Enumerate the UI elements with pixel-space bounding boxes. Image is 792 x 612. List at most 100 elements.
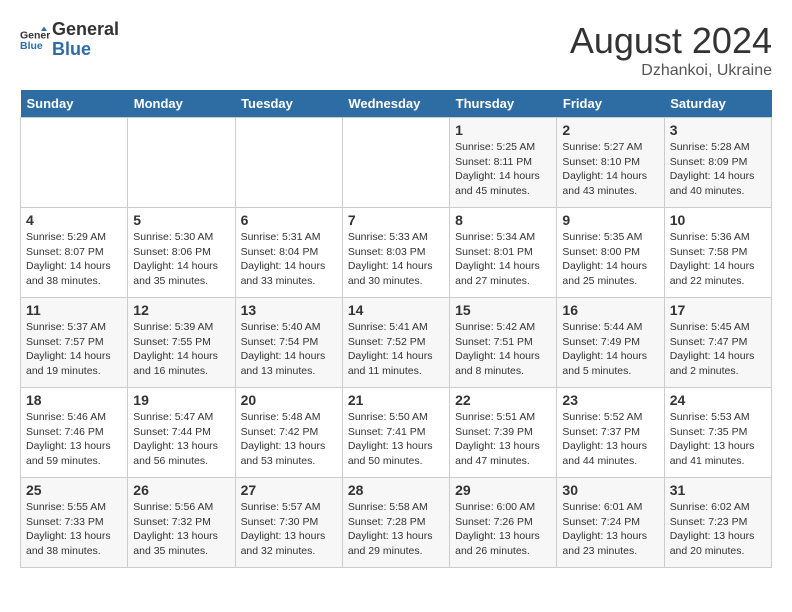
calendar-cell: 15 Sunrise: 5:42 AMSunset: 7:51 PMDayligh… (450, 298, 557, 388)
calendar-cell (235, 118, 342, 208)
day-info: Sunrise: 5:46 AMSunset: 7:46 PMDaylight:… (26, 410, 122, 469)
day-number: 31 (670, 482, 766, 498)
day-info: Sunrise: 5:57 AMSunset: 7:30 PMDaylight:… (241, 500, 337, 559)
calendar-cell: 8 Sunrise: 5:34 AMSunset: 8:01 PMDaylight… (450, 208, 557, 298)
calendar-cell: 17 Sunrise: 5:45 AMSunset: 7:47 PMDayligh… (664, 298, 771, 388)
day-number: 26 (133, 482, 229, 498)
calendar-cell: 16 Sunrise: 5:44 AMSunset: 7:49 PMDayligh… (557, 298, 664, 388)
day-number: 24 (670, 392, 766, 408)
calendar-cell: 7 Sunrise: 5:33 AMSunset: 8:03 PMDaylight… (342, 208, 449, 298)
day-info: Sunrise: 5:35 AMSunset: 8:00 PMDaylight:… (562, 230, 658, 289)
day-info: Sunrise: 5:45 AMSunset: 7:47 PMDaylight:… (670, 320, 766, 379)
day-number: 4 (26, 212, 122, 228)
day-number: 10 (670, 212, 766, 228)
day-info: Sunrise: 5:28 AMSunset: 8:09 PMDaylight:… (670, 140, 766, 199)
day-number: 1 (455, 122, 551, 138)
calendar-cell: 10 Sunrise: 5:36 AMSunset: 7:58 PMDayligh… (664, 208, 771, 298)
day-info: Sunrise: 5:27 AMSunset: 8:10 PMDaylight:… (562, 140, 658, 199)
calendar-cell: 21 Sunrise: 5:50 AMSunset: 7:41 PMDayligh… (342, 388, 449, 478)
day-number: 20 (241, 392, 337, 408)
day-number: 21 (348, 392, 444, 408)
day-number: 2 (562, 122, 658, 138)
day-info: Sunrise: 5:39 AMSunset: 7:55 PMDaylight:… (133, 320, 229, 379)
calendar-cell: 3 Sunrise: 5:28 AMSunset: 8:09 PMDaylight… (664, 118, 771, 208)
logo-icon: General Blue (20, 25, 50, 55)
calendar-cell: 12 Sunrise: 5:39 AMSunset: 7:55 PMDayligh… (128, 298, 235, 388)
calendar-week-5: 25 Sunrise: 5:55 AMSunset: 7:33 PMDayligh… (21, 478, 772, 568)
day-info: Sunrise: 5:53 AMSunset: 7:35 PMDaylight:… (670, 410, 766, 469)
day-info: Sunrise: 6:02 AMSunset: 7:23 PMDaylight:… (670, 500, 766, 559)
calendar-cell: 22 Sunrise: 5:51 AMSunset: 7:39 PMDayligh… (450, 388, 557, 478)
day-info: Sunrise: 5:25 AMSunset: 8:11 PMDaylight:… (455, 140, 551, 199)
day-number: 25 (26, 482, 122, 498)
day-number: 28 (348, 482, 444, 498)
calendar-cell: 11Sunrise: 5:37 AMSunset: 7:57 PMDayligh… (21, 298, 128, 388)
day-info: Sunrise: 5:34 AMSunset: 8:01 PMDaylight:… (455, 230, 551, 289)
day-info: Sunrise: 5:55 AMSunset: 7:33 PMDaylight:… (26, 500, 122, 559)
day-number: 16 (562, 302, 658, 318)
day-info: Sunrise: 6:00 AMSunset: 7:26 PMDaylight:… (455, 500, 551, 559)
title-block: August 2024 Dzhankoi, Ukraine (570, 20, 772, 80)
header-wednesday: Wednesday (342, 90, 449, 118)
calendar-cell: 31 Sunrise: 6:02 AMSunset: 7:23 PMDayligh… (664, 478, 771, 568)
day-number: 15 (455, 302, 551, 318)
calendar-cell (128, 118, 235, 208)
calendar-cell (21, 118, 128, 208)
calendar-cell: 2 Sunrise: 5:27 AMSunset: 8:10 PMDaylight… (557, 118, 664, 208)
calendar-cell: 18 Sunrise: 5:46 AMSunset: 7:46 PMDayligh… (21, 388, 128, 478)
calendar-cell: 4Sunrise: 5:29 AMSunset: 8:07 PMDaylight… (21, 208, 128, 298)
logo: General Blue General Blue (20, 20, 119, 60)
calendar-cell: 9Sunrise: 5:35 AMSunset: 8:00 PMDaylight… (557, 208, 664, 298)
calendar-week-1: 1 Sunrise: 5:25 AMSunset: 8:11 PMDaylight… (21, 118, 772, 208)
calendar-cell: 5 Sunrise: 5:30 AMSunset: 8:06 PMDaylight… (128, 208, 235, 298)
day-number: 13 (241, 302, 337, 318)
header-friday: Friday (557, 90, 664, 118)
day-info: Sunrise: 5:48 AMSunset: 7:42 PMDaylight:… (241, 410, 337, 469)
header-thursday: Thursday (450, 90, 557, 118)
header-monday: Monday (128, 90, 235, 118)
day-info: Sunrise: 5:52 AMSunset: 7:37 PMDaylight:… (562, 410, 658, 469)
day-number: 23 (562, 392, 658, 408)
day-info: Sunrise: 5:44 AMSunset: 7:49 PMDaylight:… (562, 320, 658, 379)
day-info: Sunrise: 5:30 AMSunset: 8:06 PMDaylight:… (133, 230, 229, 289)
day-info: Sunrise: 5:40 AMSunset: 7:54 PMDaylight:… (241, 320, 337, 379)
calendar-week-2: 4Sunrise: 5:29 AMSunset: 8:07 PMDaylight… (21, 208, 772, 298)
day-number: 6 (241, 212, 337, 228)
header-tuesday: Tuesday (235, 90, 342, 118)
day-number: 30 (562, 482, 658, 498)
day-number: 19 (133, 392, 229, 408)
day-number: 7 (348, 212, 444, 228)
day-info: Sunrise: 6:01 AMSunset: 7:24 PMDaylight:… (562, 500, 658, 559)
page-header: General Blue General Blue August 2024 Dz… (20, 20, 772, 80)
day-info: Sunrise: 5:56 AMSunset: 7:32 PMDaylight:… (133, 500, 229, 559)
day-number: 3 (670, 122, 766, 138)
day-number: 5 (133, 212, 229, 228)
day-number: 22 (455, 392, 551, 408)
calendar-cell (342, 118, 449, 208)
day-info: Sunrise: 5:42 AMSunset: 7:51 PMDaylight:… (455, 320, 551, 379)
day-number: 11 (26, 302, 122, 318)
day-number: 18 (26, 392, 122, 408)
day-number: 12 (133, 302, 229, 318)
calendar-cell: 13 Sunrise: 5:40 AMSunset: 7:54 PMDayligh… (235, 298, 342, 388)
calendar-cell: 24 Sunrise: 5:53 AMSunset: 7:35 PMDayligh… (664, 388, 771, 478)
calendar-cell: 27Sunrise: 5:57 AMSunset: 7:30 PMDayligh… (235, 478, 342, 568)
calendar-cell: 6 Sunrise: 5:31 AMSunset: 8:04 PMDaylight… (235, 208, 342, 298)
day-number: 17 (670, 302, 766, 318)
day-info: Sunrise: 5:50 AMSunset: 7:41 PMDaylight:… (348, 410, 444, 469)
calendar-cell: 14Sunrise: 5:41 AMSunset: 7:52 PMDayligh… (342, 298, 449, 388)
calendar-cell: 25 Sunrise: 5:55 AMSunset: 7:33 PMDayligh… (21, 478, 128, 568)
day-info: Sunrise: 5:33 AMSunset: 8:03 PMDaylight:… (348, 230, 444, 289)
header-saturday: Saturday (664, 90, 771, 118)
day-info: Sunrise: 5:58 AMSunset: 7:28 PMDaylight:… (348, 500, 444, 559)
calendar-cell: 23 Sunrise: 5:52 AMSunset: 7:37 PMDayligh… (557, 388, 664, 478)
day-number: 8 (455, 212, 551, 228)
location: Dzhankoi, Ukraine (570, 62, 772, 80)
calendar-table: SundayMondayTuesdayWednesdayThursdayFrid… (20, 90, 772, 568)
calendar-cell: 1 Sunrise: 5:25 AMSunset: 8:11 PMDaylight… (450, 118, 557, 208)
calendar-cell: 26 Sunrise: 5:56 AMSunset: 7:32 PMDayligh… (128, 478, 235, 568)
svg-text:Blue: Blue (20, 40, 43, 52)
day-info: Sunrise: 5:51 AMSunset: 7:39 PMDaylight:… (455, 410, 551, 469)
day-info: Sunrise: 5:36 AMSunset: 7:58 PMDaylight:… (670, 230, 766, 289)
day-info: Sunrise: 5:31 AMSunset: 8:04 PMDaylight:… (241, 230, 337, 289)
